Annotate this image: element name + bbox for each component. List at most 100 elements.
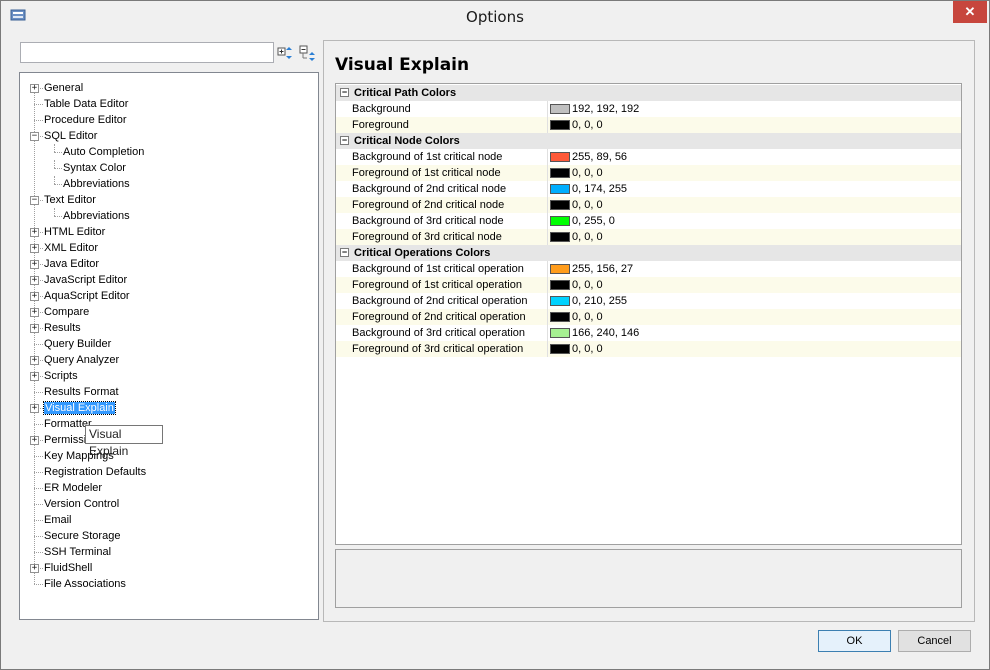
expand-icon[interactable]: + — [30, 324, 39, 333]
property-value[interactable]: 255, 156, 27 — [572, 261, 633, 277]
tree-item[interactable]: Abbreviations — [63, 176, 130, 192]
color-swatch[interactable] — [550, 120, 570, 130]
color-swatch[interactable] — [550, 328, 570, 338]
expand-icon[interactable]: + — [30, 436, 39, 445]
tree-item[interactable]: Registration Defaults — [44, 464, 146, 480]
property-value[interactable]: 255, 89, 56 — [572, 149, 627, 165]
property-row[interactable]: Background of 2nd critical operation 0, 2… — [336, 293, 961, 309]
color-swatch[interactable] — [550, 200, 570, 210]
property-row[interactable]: Foreground of 2nd critical node 0, 0, 0 — [336, 197, 961, 213]
property-value[interactable]: 0, 255, 0 — [572, 213, 615, 229]
tree-item[interactable]: Syntax Color — [63, 160, 126, 176]
collapse-icon[interactable]: − — [30, 132, 39, 141]
tree-item[interactable]: Compare — [44, 304, 89, 320]
color-swatch[interactable] — [550, 280, 570, 290]
property-value[interactable]: 0, 210, 255 — [572, 293, 627, 309]
property-row[interactable]: Foreground of 1st critical operation 0, 0… — [336, 277, 961, 293]
tree-item[interactable]: Results Format — [44, 384, 119, 400]
tree-item[interactable]: Text Editor — [44, 192, 96, 208]
tree-item[interactable]: Scripts — [44, 368, 78, 384]
property-value[interactable]: 0, 0, 0 — [572, 341, 603, 357]
expand-icon[interactable]: + — [30, 356, 39, 365]
property-row[interactable]: Foreground of 3rd critical node 0, 0, 0 — [336, 229, 961, 245]
property-row[interactable]: Foreground of 1st critical node 0, 0, 0 — [336, 165, 961, 181]
tree-item[interactable]: File Associations — [44, 576, 126, 592]
expand-icon[interactable]: + — [30, 292, 39, 301]
collapse-icon[interactable]: − — [340, 136, 349, 145]
tree-item[interactable]: Email — [44, 512, 72, 528]
tree-item[interactable]: SQL Editor — [44, 128, 97, 144]
category-header[interactable]: − Critical Path Colors — [336, 85, 961, 101]
options-tree[interactable]: + General Table Data Editor Procedure Edito… — [19, 72, 319, 620]
property-row[interactable]: Background 192, 192, 192 — [336, 101, 961, 117]
expand-icon[interactable]: + — [30, 372, 39, 381]
tree-item[interactable]: Secure Storage — [44, 528, 120, 544]
tree-item[interactable]: Auto Completion — [63, 144, 144, 160]
color-swatch[interactable] — [550, 232, 570, 242]
tree-item[interactable]: Query Builder — [44, 336, 111, 352]
property-value[interactable]: 0, 174, 255 — [572, 181, 627, 197]
category-header[interactable]: − Critical Operations Colors — [336, 245, 961, 261]
property-grid[interactable]: − Critical Path Colors Background 192, 192,… — [335, 83, 962, 545]
ok-button[interactable]: OK — [818, 630, 891, 652]
tree-item[interactable]: Procedure Editor — [44, 112, 127, 128]
color-swatch[interactable] — [550, 184, 570, 194]
expand-icon[interactable]: + — [30, 308, 39, 317]
tree-item[interactable]: General — [44, 80, 83, 96]
property-value[interactable]: 0, 0, 0 — [572, 229, 603, 245]
color-swatch[interactable] — [550, 296, 570, 306]
property-value[interactable]: 0, 0, 0 — [572, 309, 603, 325]
property-row[interactable]: Background of 3rd critical node 0, 255, 0 — [336, 213, 961, 229]
property-row[interactable]: Background of 3rd critical operation 166,… — [336, 325, 961, 341]
cancel-button[interactable]: Cancel — [898, 630, 971, 652]
property-row[interactable]: Background of 1st critical operation 255,… — [336, 261, 961, 277]
collapse-all-icon[interactable] — [299, 44, 317, 62]
property-value[interactable]: 0, 0, 0 — [572, 117, 603, 133]
color-swatch[interactable] — [550, 344, 570, 354]
expand-icon[interactable]: + — [30, 564, 39, 573]
tree-item[interactable]: Version Control — [44, 496, 119, 512]
expand-all-icon[interactable] — [277, 44, 295, 62]
tree-item[interactable]: AquaScript Editor — [44, 288, 130, 304]
color-swatch[interactable] — [550, 264, 570, 274]
collapse-icon[interactable]: − — [340, 88, 349, 97]
tree-item[interactable]: JavaScript Editor — [44, 272, 127, 288]
tree-item[interactable]: ER Modeler — [44, 480, 102, 496]
property-value[interactable]: 0, 0, 0 — [572, 165, 603, 181]
expand-icon[interactable]: + — [30, 244, 39, 253]
tree-item[interactable]: FluidShell — [44, 560, 92, 576]
property-row[interactable]: Foreground 0, 0, 0 — [336, 117, 961, 133]
search-input[interactable] — [20, 42, 274, 63]
color-swatch[interactable] — [550, 104, 570, 114]
color-swatch[interactable] — [550, 216, 570, 226]
tree-item[interactable]: SSH Terminal — [44, 544, 111, 560]
collapse-icon[interactable]: − — [340, 248, 349, 257]
tree-item[interactable]: Query Analyzer — [44, 352, 119, 368]
color-swatch[interactable] — [550, 152, 570, 162]
tree-item[interactable]: Table Data Editor — [44, 96, 128, 112]
property-row[interactable]: Foreground of 2nd critical operation 0, 0… — [336, 309, 961, 325]
property-row[interactable]: Background of 2nd critical node 0, 174, 2… — [336, 181, 961, 197]
expand-icon[interactable]: + — [30, 84, 39, 93]
property-value[interactable]: 166, 240, 146 — [572, 325, 639, 341]
tree-item[interactable]: Results — [44, 320, 81, 336]
expand-icon[interactable]: + — [30, 228, 39, 237]
property-value[interactable]: 0, 0, 0 — [572, 197, 603, 213]
tree-item[interactable]: XML Editor — [44, 240, 98, 256]
close-button[interactable]: ✕ — [953, 1, 987, 23]
property-row[interactable]: Background of 1st critical node 255, 89, … — [336, 149, 961, 165]
expand-icon[interactable]: + — [30, 404, 39, 413]
property-value[interactable]: 0, 0, 0 — [572, 277, 603, 293]
tree-item[interactable]: HTML Editor — [44, 224, 105, 240]
category-header[interactable]: − Critical Node Colors — [336, 133, 961, 149]
property-row[interactable]: Foreground of 3rd critical operation 0, 0… — [336, 341, 961, 357]
color-swatch[interactable] — [550, 168, 570, 178]
expand-icon[interactable]: + — [30, 260, 39, 269]
expand-icon[interactable]: + — [30, 276, 39, 285]
property-value[interactable]: 192, 192, 192 — [572, 101, 639, 117]
tree-item[interactable]: Visual Explain — [43, 400, 116, 416]
collapse-icon[interactable]: − — [30, 196, 39, 205]
tree-item[interactable]: Abbreviations — [63, 208, 130, 224]
tree-item[interactable]: Java Editor — [44, 256, 99, 272]
color-swatch[interactable] — [550, 312, 570, 322]
